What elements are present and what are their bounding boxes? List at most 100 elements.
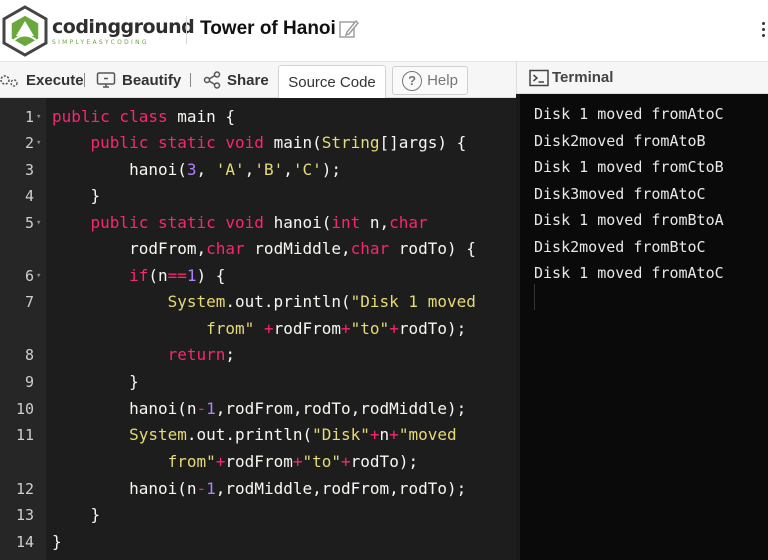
line-number: 2 bbox=[24, 134, 34, 152]
code-line[interactable]: 1 ▾ public class main { bbox=[0, 104, 516, 130]
code-line[interactable]: 8 return; bbox=[0, 342, 516, 368]
code-token: public static void bbox=[90, 213, 274, 232]
code-token: } bbox=[52, 505, 101, 524]
line-number: 8 bbox=[24, 346, 34, 364]
code-token: rodTo) { bbox=[398, 239, 476, 258]
code-text: hanoi(n-1,rodMiddle,rodFrom,rodTo); bbox=[52, 476, 466, 502]
code-token: hanoi( bbox=[273, 213, 332, 232]
terminal-output[interactable]: Disk 1 moved fromAtoC Disk2moved fromAtoB… bbox=[516, 94, 768, 560]
code-token: .out.println( bbox=[186, 425, 313, 444]
code-line[interactable]: 10 hanoi(n-1,rodFrom,rodTo,rodMiddle); bbox=[0, 396, 516, 422]
code-token: + bbox=[389, 319, 399, 338]
code-token: "moved bbox=[398, 425, 457, 444]
code-line[interactable]: 7 System.out.println("Disk 1 moved bbox=[0, 289, 516, 315]
code-line[interactable]: 6 ▾ if(n==1) { bbox=[0, 263, 516, 289]
editor-toolbar: Execute Beautify Share Source Code ? Hel… bbox=[0, 62, 516, 98]
code-token: - bbox=[196, 479, 207, 498]
terminal-output-line: Disk 1 moved fromAtoC bbox=[534, 264, 724, 282]
code-token: "Disk" bbox=[312, 425, 370, 444]
execute-button[interactable]: Execute bbox=[0, 62, 84, 98]
code-token: - bbox=[196, 399, 207, 418]
code-token: main { bbox=[177, 107, 236, 126]
more-menu-icon[interactable] bbox=[762, 22, 766, 38]
brand-name: codingground bbox=[52, 16, 195, 38]
fold-arrow-icon[interactable]: ▾ bbox=[36, 210, 41, 236]
code-token: ) { bbox=[196, 266, 226, 285]
terminal-output-line: Disk 1 moved fromBtoA bbox=[534, 211, 724, 229]
code-line[interactable]: from"+rodFrom+"to"+rodTo); bbox=[0, 449, 516, 475]
code-token: n, bbox=[369, 213, 390, 232]
code-token: from" bbox=[52, 319, 255, 338]
help-button[interactable]: ? Help bbox=[392, 66, 468, 95]
code-line[interactable]: 14} bbox=[0, 529, 516, 555]
line-number: 14 bbox=[15, 533, 34, 551]
codingground-logo-icon[interactable] bbox=[0, 4, 50, 58]
code-text: } bbox=[52, 183, 101, 209]
beautify-button[interactable]: Beautify bbox=[96, 62, 181, 98]
code-text: hanoi(3, 'A','B','C'); bbox=[52, 157, 341, 183]
code-text: if(n==1) { bbox=[52, 263, 225, 289]
code-token: hanoi(n bbox=[52, 399, 197, 418]
code-token: ); bbox=[321, 160, 342, 179]
brand-tagline: SIMPLYEASYCODING bbox=[52, 39, 149, 46]
terminal-output-line: Disk2moved fromAtoB bbox=[534, 131, 706, 150]
beautify-label: Beautify bbox=[122, 71, 182, 89]
code-token: return bbox=[167, 345, 226, 364]
code-line[interactable]: 11 System.out.println("Disk"+n+"moved bbox=[0, 422, 516, 448]
code-line[interactable]: 13 } bbox=[0, 502, 516, 528]
code-line[interactable]: rodFrom,char rodMiddle,char rodTo) { bbox=[0, 236, 516, 262]
line-number: 11 bbox=[15, 426, 34, 444]
tab-source-code[interactable]: Source Code bbox=[278, 65, 386, 98]
brand-logo-text[interactable]: codingground SIMPLYEASYCODING bbox=[52, 16, 195, 46]
code-token: []args) { bbox=[379, 133, 467, 152]
code-line[interactable]: 12 hanoi(n-1,rodMiddle,rodFrom,rodTo); bbox=[0, 476, 516, 502]
code-token: + bbox=[389, 425, 399, 444]
code-token: public class bbox=[52, 107, 178, 126]
terminal-output-line: Disk2moved fromBtoC bbox=[534, 237, 706, 256]
code-token: + bbox=[263, 319, 274, 338]
code-token: , bbox=[244, 160, 255, 179]
code-token: 'A' bbox=[215, 160, 245, 179]
terminal-output-line: Disk 1 moved fromCtoB bbox=[534, 158, 724, 176]
code-line[interactable]: from" +rodFrom+"to"+rodTo); bbox=[0, 316, 516, 342]
code-token: "to" bbox=[350, 319, 390, 338]
code-text: } bbox=[52, 502, 101, 528]
help-icon: ? bbox=[402, 70, 423, 91]
code-text: public static void hanoi(int n,char bbox=[52, 210, 428, 236]
terminal-tab[interactable]: Terminal bbox=[516, 62, 768, 94]
terminal-title: Terminal bbox=[552, 69, 614, 86]
code-token: + bbox=[369, 425, 380, 444]
code-editor[interactable]: 1 ▾ public class main {2 ▾ public static vo… bbox=[0, 98, 516, 560]
code-token: rodTo); bbox=[398, 319, 467, 338]
code-token: + bbox=[215, 452, 226, 471]
line-number: 4 bbox=[24, 187, 34, 205]
code-token: int bbox=[331, 213, 370, 232]
code-text: System.out.println("Disk"+n+"moved bbox=[52, 422, 457, 448]
code-text: public class main { bbox=[52, 104, 235, 130]
code-line[interactable]: 2 ▾ public static void main(String[]args)… bbox=[0, 130, 516, 156]
fold-arrow-icon[interactable]: ▾ bbox=[36, 263, 41, 289]
code-line[interactable]: 4 } bbox=[0, 183, 516, 209]
fold-arrow-icon[interactable]: ▾ bbox=[36, 104, 41, 130]
share-button[interactable]: Share bbox=[203, 62, 269, 98]
code-token: ; bbox=[225, 345, 236, 364]
code-token: } bbox=[52, 372, 139, 391]
code-token: 'C' bbox=[292, 160, 322, 179]
code-line[interactable]: 5 ▾ public static void hanoi(int n,char bbox=[0, 210, 516, 236]
code-text: rodFrom,char rodMiddle,char rodTo) { bbox=[52, 236, 476, 262]
code-token: hanoi(n bbox=[52, 479, 197, 498]
line-number: 9 bbox=[24, 373, 34, 391]
code-token: 1 bbox=[206, 479, 216, 498]
header-divider bbox=[186, 16, 187, 44]
fold-arrow-icon[interactable]: ▾ bbox=[36, 130, 41, 156]
terminal-output-line: Disk 1 moved fromAtoC bbox=[534, 105, 724, 123]
edit-icon[interactable] bbox=[338, 18, 360, 40]
code-token: rodFrom bbox=[273, 319, 342, 338]
code-line[interactable]: 9 } bbox=[0, 369, 516, 395]
code-token: ,rodMiddle,rodFrom,rodTo); bbox=[215, 479, 467, 498]
code-line[interactable]: 3 hanoi(3, 'A','B','C'); bbox=[0, 157, 516, 183]
